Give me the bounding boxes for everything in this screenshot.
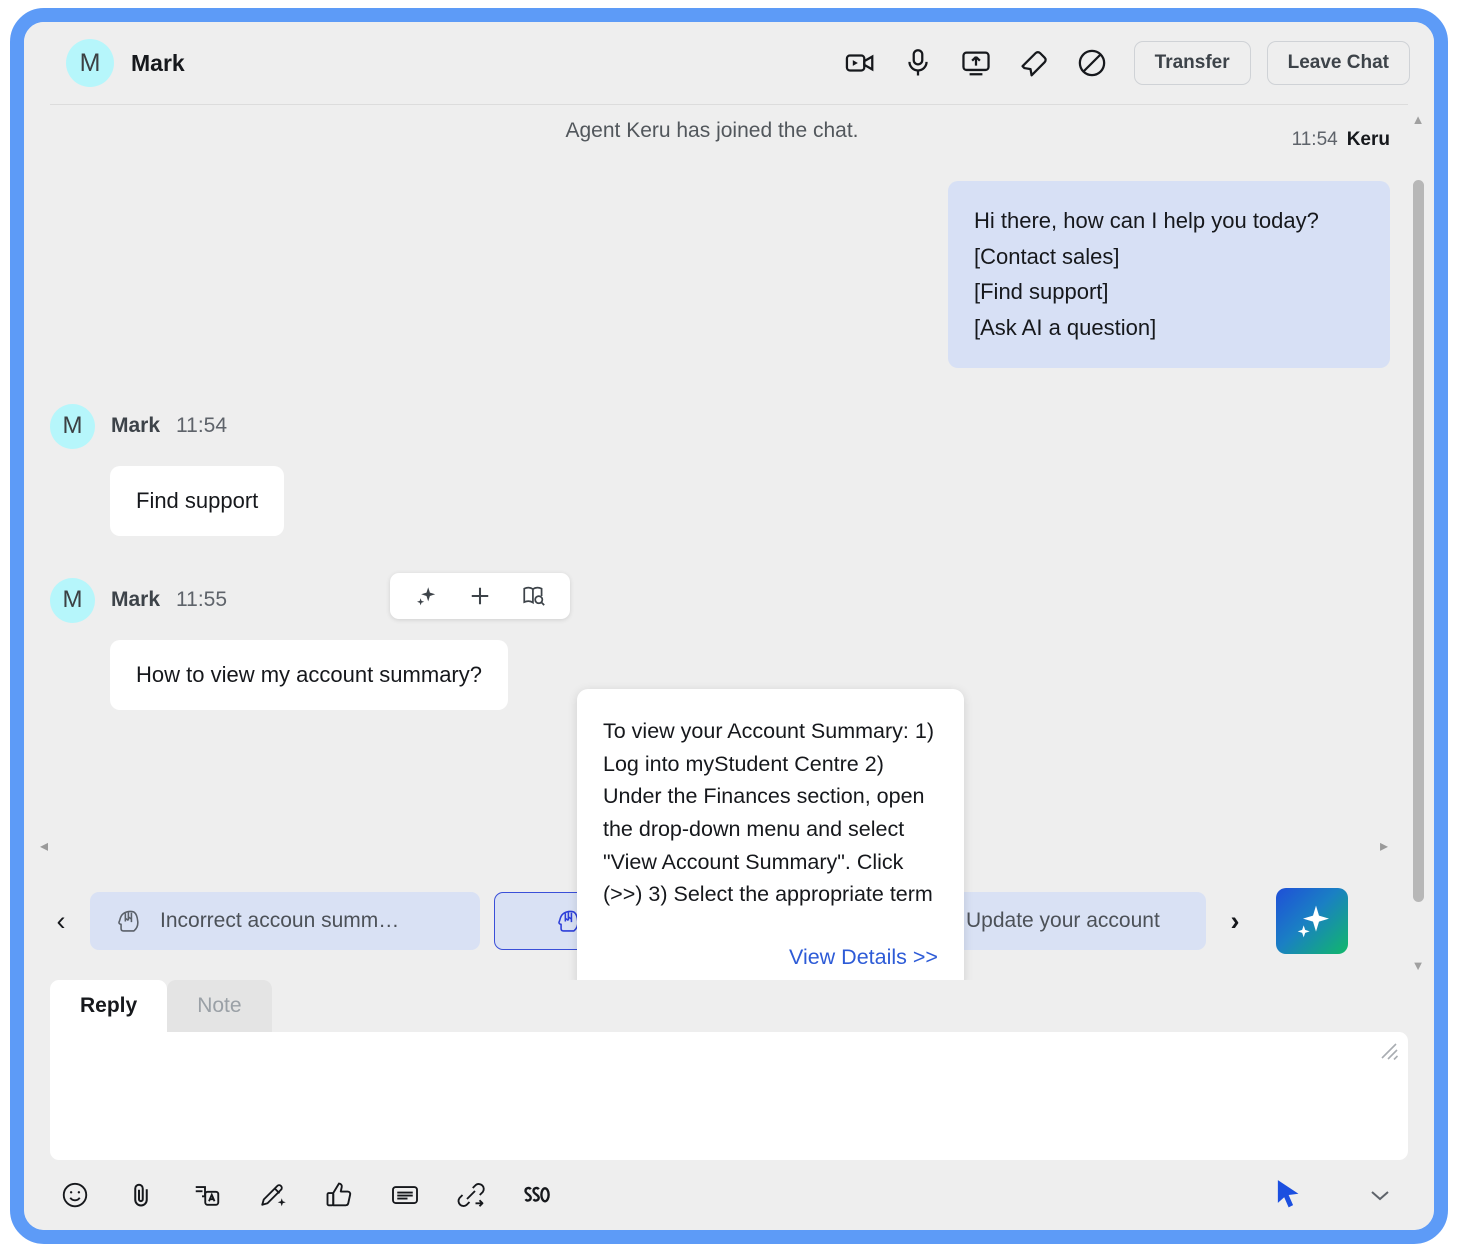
agent-message-line: Hi there, how can I help you today? [974, 208, 1319, 233]
avatar: M [50, 577, 95, 623]
send-link-icon[interactable] [454, 1178, 488, 1212]
tab-reply[interactable]: Reply [50, 980, 168, 1032]
app-window: M Mark Transfer Leave Chat Agent Keru ha… [10, 8, 1448, 1244]
user-message-bubble: How to view my account summary? [110, 639, 508, 710]
suggestion-chip-label: Update your account [966, 909, 1160, 932]
thumbs-up-icon[interactable] [322, 1178, 356, 1212]
block-icon[interactable] [1074, 45, 1110, 81]
conversation-area: Agent Keru has joined the chat. 11:54 Ker… [24, 105, 1434, 980]
message-list: Agent Keru has joined the chat. 11:54 Ker… [24, 105, 1434, 980]
agent-message-line: [Find support] [974, 279, 1109, 305]
chips-next-button[interactable]: › [1220, 907, 1250, 935]
chat-panel: M Mark Transfer Leave Chat Agent Keru ha… [24, 22, 1434, 1230]
tag-icon[interactable] [1016, 45, 1052, 81]
transfer-button[interactable]: Transfer [1133, 41, 1251, 85]
chevron-down-icon[interactable] [1368, 1188, 1392, 1202]
message-header: M Mark 11:54 [50, 403, 1400, 449]
translate-icon[interactable] [190, 1178, 224, 1212]
vertical-scrollbar[interactable]: ▲ ▼ [1408, 111, 1428, 974]
attachment-icon[interactable] [124, 1178, 158, 1212]
scroll-up-arrow[interactable]: ▲ [1412, 111, 1425, 128]
reply-editor[interactable] [50, 1032, 1408, 1160]
canned-response-icon[interactable] [388, 1178, 422, 1212]
message-time: 11:55 [176, 588, 228, 611]
message-author: Mark [111, 414, 161, 437]
avatar: M [66, 39, 114, 87]
message-header: M Mark 11:55 [50, 572, 1400, 623]
composer: Reply Note [24, 980, 1434, 1230]
chips-prev-button[interactable]: ‹ [46, 907, 76, 935]
message-group: M Mark 11:54 Find support [24, 403, 1400, 536]
video-camera-icon[interactable] [842, 45, 878, 81]
microphone-icon[interactable] [900, 45, 936, 81]
scroll-down-arrow[interactable]: ▼ [1412, 957, 1425, 974]
ai-rewrite-icon[interactable] [256, 1178, 290, 1212]
message-author: Mark [111, 588, 161, 611]
message-hover-toolbar [390, 572, 570, 619]
agent-message-line: [Contact sales] [974, 243, 1120, 269]
scrollbar-track[interactable] [1408, 128, 1428, 957]
brain-head-icon [115, 908, 142, 935]
scrollbar-thumb[interactable] [1412, 180, 1424, 903]
signature-icon[interactable] [520, 1178, 554, 1212]
system-message: Agent Keru has joined the chat. [565, 119, 859, 142]
suggestion-chip-label: Incorrect accoun summ… [160, 909, 400, 932]
user-message-bubble: Find support [110, 465, 285, 536]
screen-share-icon[interactable] [958, 45, 994, 81]
agent-message-bubble: Hi there, how can I help you today? [Cont… [948, 181, 1390, 368]
ai-sparkle-button[interactable] [1276, 888, 1348, 954]
agent-message-text: Hi there, how can I help you today? [Cont… [974, 203, 1364, 346]
scroll-right-arrow[interactable]: ▸ [1380, 836, 1388, 856]
agent-message-line: [Ask AI a question] [974, 314, 1157, 340]
book-search-icon[interactable] [520, 582, 548, 610]
knowledge-card-text: To view your Account Summary: 1) Log int… [603, 719, 934, 907]
avatar: M [50, 403, 95, 449]
plus-icon[interactable] [466, 582, 494, 610]
chat-header: M Mark Transfer Leave Chat [24, 22, 1434, 104]
tab-note[interactable]: Note [167, 980, 272, 1032]
system-author: Keru [1346, 129, 1390, 150]
page-title: Mark [131, 49, 185, 76]
sparkle-icon[interactable] [412, 582, 440, 610]
knowledge-suggestion-card: To view your Account Summary: 1) Log int… [577, 689, 964, 980]
emoji-icon[interactable] [58, 1178, 92, 1212]
suggestion-chip[interactable]: Incorrect accoun summ… [90, 892, 480, 950]
system-time: 11:54 [1291, 129, 1338, 150]
leave-chat-button[interactable]: Leave Chat [1266, 41, 1410, 85]
composer-tabs: Reply Note [50, 980, 1408, 1032]
system-message-row: Agent Keru has joined the chat. 11:54 Ker… [24, 119, 1400, 163]
system-message-meta: 11:54 Keru [1292, 129, 1390, 151]
message-time: 11:54 [176, 414, 228, 437]
composer-toolbar [50, 1160, 1408, 1230]
resize-handle-icon[interactable] [1379, 1041, 1399, 1061]
scroll-left-arrow[interactable]: ◂ [40, 836, 48, 856]
view-details-link[interactable]: View Details >> [603, 945, 938, 970]
header-action-icons [842, 45, 1110, 81]
mouse-pointer [1268, 1175, 1308, 1215]
